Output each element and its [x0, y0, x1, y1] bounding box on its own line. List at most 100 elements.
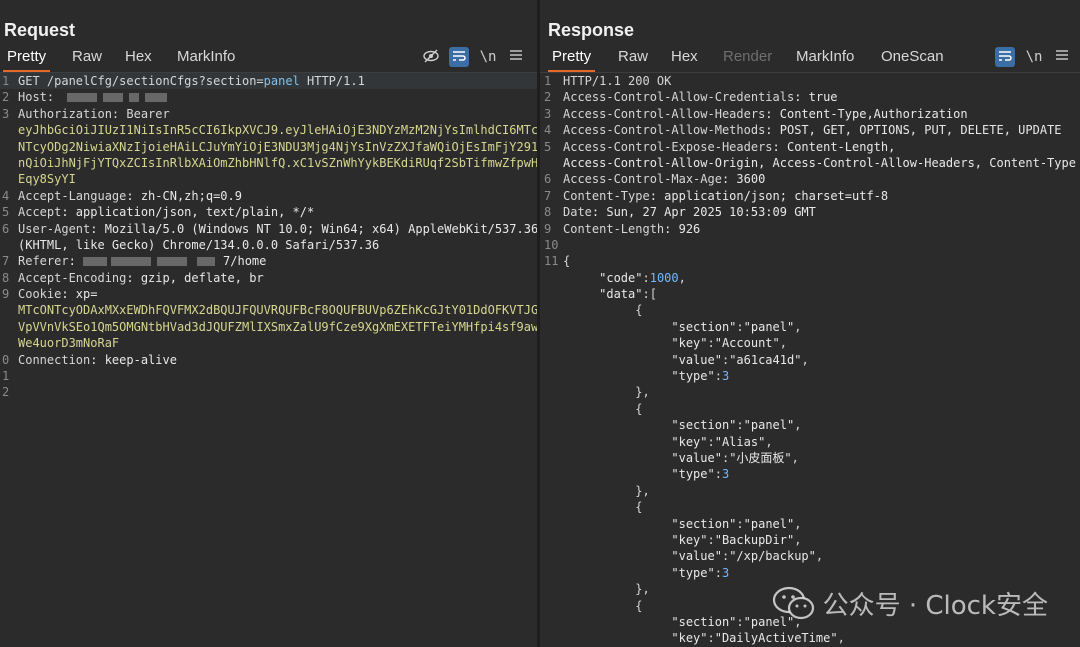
request-tab-raw[interactable]: Raw — [68, 48, 106, 69]
request-line: 3 Authorization: Bearer — [0, 106, 537, 122]
line-text: Access-Control-Allow-Methods: POST, GET,… — [563, 123, 1062, 138]
line-number: 8 — [544, 205, 552, 220]
response-line: 3 Access-Control-Allow-Headers: Content-T… — [540, 106, 1080, 122]
line-number: 2 — [2, 385, 10, 400]
response-line: 5 Access-Control-Expose-Headers: Content-… — [540, 139, 1080, 155]
line-text: "key":"BackupDir", — [671, 532, 802, 547]
request-line: 1 — [0, 368, 537, 384]
line-text: "value":"a61ca41d", — [671, 352, 809, 367]
line-text: }, — [563, 582, 650, 597]
line-text: "key":"DailyActiveTime", — [671, 631, 845, 646]
line-text: "code":1000, — [599, 270, 686, 285]
line-number: 2 — [2, 90, 10, 105]
watermark: 公众号 · Clock安全 — [772, 585, 1048, 625]
line-text: We4uorD3mNoRaF — [18, 336, 120, 351]
line-text: User-Agent: Mozilla/5.0 (Windows NT 10.0… — [18, 221, 537, 236]
response-line: "data":[ — [540, 286, 1080, 302]
response-line: { — [540, 302, 1080, 318]
line-text: Access-Control-Allow-Origin, Access-Cont… — [563, 155, 1076, 170]
line-text: Cookie: xp= — [18, 287, 98, 302]
watermark-text: 公众号 · Clock安全 — [822, 591, 1048, 621]
request-line: 1 GET /panelCfg/sectionCfgs?section=panel… — [0, 73, 537, 90]
response-line: "value":"a61ca41d", — [540, 352, 1080, 368]
line-number: 3 — [2, 106, 10, 121]
line-text: { — [563, 401, 643, 416]
line-text: { — [563, 303, 643, 318]
response-line: 8 Date: Sun, 27 Apr 2025 10:53:09 GMT — [540, 204, 1080, 220]
line-text: GET /panelCfg/sectionCfgs?section=panel … — [18, 74, 365, 88]
hamburger-menu-icon[interactable] — [1052, 47, 1072, 67]
request-line: We4uorD3mNoRaF — [0, 335, 537, 351]
response-line: "section":"panel", — [540, 319, 1080, 335]
word-wrap-icon[interactable] — [995, 47, 1015, 67]
line-text: Content-Length: 926 — [563, 221, 701, 236]
line-text: Access-Control-Max-Age: 3600 — [563, 172, 766, 187]
request-tabbar: Pretty Raw Hex MarkInfo \n — [0, 44, 537, 73]
response-tab-render: Render — [723, 48, 773, 65]
line-text: Referer: 7/home — [18, 254, 267, 269]
line-text: HTTP/1.1 200 OK — [563, 74, 672, 88]
line-number: 9 — [544, 221, 552, 236]
line-text: Authorization: Bearer — [18, 106, 170, 121]
response-line: "type":3 — [540, 466, 1080, 482]
request-tab-pretty[interactable]: Pretty — [3, 48, 51, 72]
line-text: "section":"panel", — [671, 418, 802, 433]
line-text: Access-Control-Expose-Headers: Content-L… — [563, 139, 896, 154]
response-tab-pretty[interactable]: Pretty — [548, 48, 596, 72]
request-line: eyJhbGciOiJIUzI1NiIsInR5cCI6IkpXVCJ9.eyJ… — [0, 122, 537, 138]
response-tab-onescan[interactable]: OneScan — [877, 48, 948, 69]
request-line: Eqy8SyYI — [0, 171, 537, 187]
newline-toggle-icon[interactable]: \n — [478, 47, 498, 67]
request-tab-markinfo[interactable]: MarkInfo — [173, 48, 239, 69]
line-number: 7 — [2, 254, 10, 269]
redaction-mask — [67, 93, 98, 103]
request-line: 9 Cookie: xp= — [0, 286, 537, 302]
line-text: "section":"panel", — [671, 319, 802, 334]
request-line: 8 Accept-Encoding: gzip, deflate, br — [0, 270, 537, 286]
word-wrap-icon[interactable] — [449, 47, 469, 67]
response-line: }, — [540, 483, 1080, 499]
newline-toggle-icon[interactable]: \n — [1024, 47, 1044, 67]
line-number: 11 — [544, 254, 559, 269]
response-line: 4 Access-Control-Allow-Methods: POST, GET… — [540, 122, 1080, 138]
response-line: "section":"panel", — [540, 417, 1080, 433]
response-line: { — [540, 499, 1080, 515]
response-tab-raw[interactable]: Raw — [614, 48, 652, 69]
wechat-logo-icon — [772, 586, 814, 620]
line-text: "section":"panel", — [671, 614, 802, 629]
request-line: (KHTML, like Gecko) Chrome/134.0.0.0 Saf… — [0, 237, 537, 253]
response-tab-hex[interactable]: Hex — [667, 48, 702, 69]
line-text: Accept-Encoding: gzip, deflate, br — [18, 270, 264, 285]
line-text: Connection: keep-alive — [18, 352, 177, 367]
line-number: 4 — [2, 188, 10, 203]
request-line: 4 Accept-Language: zh-CN,zh;q=0.9 — [0, 188, 537, 204]
line-number: 10 — [544, 237, 559, 252]
hamburger-menu-icon[interactable] — [506, 47, 526, 67]
line-text: Access-Control-Allow-Credentials: true — [563, 90, 838, 105]
request-line: 7 Referer: 7/home — [0, 253, 537, 269]
response-line: "code":1000, — [540, 270, 1080, 286]
response-tab-markinfo[interactable]: MarkInfo — [792, 48, 858, 69]
response-title: Response — [548, 20, 635, 40]
request-line: 0 Connection: keep-alive — [0, 352, 537, 368]
response-editor[interactable]: 1 HTTP/1.1 200 OK 2 Access-Control-Allow-Cr… — [540, 73, 1080, 647]
line-text: eyJhbGciOiJIUzI1NiIsInR5cCI6IkpXVCJ9.eyJ… — [18, 123, 537, 138]
response-line: }, — [540, 384, 1080, 400]
response-line: "value":"小皮面板", — [540, 450, 1080, 466]
response-line: 11 { — [540, 253, 1080, 269]
line-text: "type":3 — [671, 467, 730, 482]
request-editor[interactable]: 1 GET /panelCfg/sectionCfgs?section=panel… — [0, 73, 537, 647]
line-text: "data":[ — [599, 287, 657, 302]
line-number: 4 — [544, 123, 552, 138]
request-tab-hex[interactable]: Hex — [121, 48, 156, 69]
response-line: { — [540, 401, 1080, 417]
line-number: 6 — [544, 172, 552, 187]
eye-slash-icon[interactable] — [421, 47, 441, 67]
line-text: Host: — [18, 89, 168, 105]
line-number: 1 — [544, 74, 552, 88]
line-text: }, — [563, 385, 650, 400]
response-line: "type":3 — [540, 368, 1080, 384]
response-line: 1 HTTP/1.1 200 OK — [540, 73, 1080, 89]
response-line: 10 — [540, 237, 1080, 253]
line-number: 3 — [544, 106, 552, 121]
